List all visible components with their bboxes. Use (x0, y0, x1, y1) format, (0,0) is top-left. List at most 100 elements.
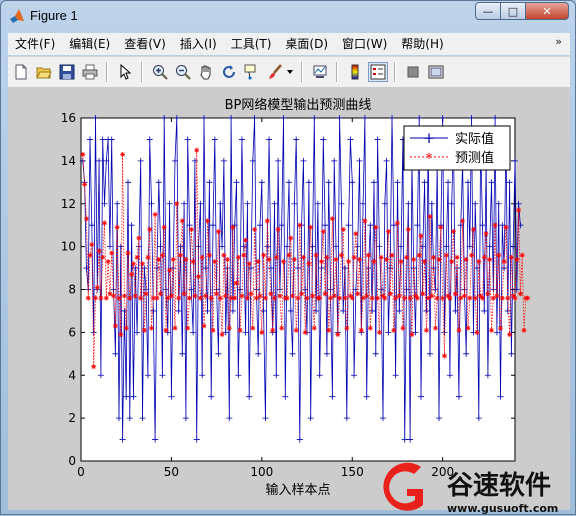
predicted-point (277, 293, 283, 299)
menu-view[interactable]: 查看(V) (117, 33, 173, 55)
new-figure-button[interactable] (11, 62, 31, 82)
y-tick-label: 14 (61, 154, 76, 168)
y-tick-label: 10 (61, 240, 76, 254)
data-cursor-button[interactable] (242, 62, 262, 82)
predicted-point (306, 261, 312, 267)
menu-window[interactable]: 窗口(W) (335, 33, 394, 55)
print-button[interactable] (80, 62, 100, 82)
predicted-point (396, 293, 402, 299)
predicted-point (447, 295, 453, 301)
predicted-point (141, 327, 147, 333)
close-icon: ✕ (542, 4, 552, 18)
show-plot-tools-icon (428, 65, 444, 79)
predicted-point (134, 254, 140, 260)
new-figure-icon (15, 64, 27, 80)
predicted-point (434, 295, 440, 301)
open-file-button[interactable] (34, 62, 54, 82)
predicted-point (232, 295, 238, 301)
x-tick-label: 0 (77, 465, 85, 479)
predicted-point (371, 259, 377, 265)
predicted-point (346, 259, 352, 265)
watermark-brand: 谷速软件 (447, 471, 551, 501)
predicted-point (387, 291, 393, 297)
predicted-point (190, 259, 196, 265)
predicted-point (237, 327, 243, 333)
predicted-point (100, 254, 106, 260)
predicted-point (432, 325, 438, 331)
predicted-point (461, 293, 467, 299)
predicted-point (320, 229, 326, 235)
menu-edit[interactable]: 编辑(E) (62, 33, 117, 55)
predicted-point (159, 252, 165, 258)
predicted-point (206, 252, 212, 258)
predicted-point (295, 295, 301, 301)
predicted-point (351, 254, 357, 260)
menu-insert[interactable]: 插入(I) (173, 33, 224, 55)
select-arrow-button[interactable] (115, 62, 135, 82)
link-plot-button[interactable] (310, 62, 330, 82)
title-bar[interactable]: Figure 1 — □ ✕ (1, 1, 575, 31)
window-title: Figure 1 (30, 8, 78, 23)
predicted-point (183, 256, 189, 262)
predicted-point (130, 261, 136, 267)
menu-help[interactable]: 帮助(H) (394, 33, 450, 55)
y-tick-label: 0 (68, 454, 76, 468)
colorbar-button[interactable] (345, 62, 365, 82)
minimize-button[interactable]: — (475, 2, 501, 20)
predicted-point (118, 332, 124, 338)
predicted-point (333, 256, 339, 262)
predicted-point (335, 332, 341, 338)
menu-overflow-icon[interactable]: » (555, 35, 562, 48)
predicted-point (331, 293, 337, 299)
rotate-3d-icon (223, 65, 235, 78)
predicted-point (223, 293, 229, 299)
close-button[interactable]: ✕ (525, 2, 569, 20)
hide-plot-tools-button[interactable] (403, 62, 423, 82)
predicted-point (492, 222, 498, 228)
predicted-point (145, 254, 151, 260)
predicted-point (309, 293, 315, 299)
predicted-point (308, 224, 314, 230)
predicted-point (172, 325, 178, 331)
predicted-point (83, 216, 89, 222)
zoom-out-button[interactable] (173, 62, 193, 82)
show-plot-tools-button[interactable] (426, 62, 446, 82)
predicted-point (201, 323, 207, 329)
predicted-point (139, 261, 145, 267)
predicted-point (422, 259, 428, 265)
save-button[interactable] (57, 62, 77, 82)
predicted-point (494, 293, 500, 299)
predicted-point (152, 211, 158, 217)
brush-button[interactable] (265, 62, 285, 82)
brush-dropdown[interactable] (285, 62, 295, 82)
predicted-point (123, 325, 129, 331)
menu-tools[interactable]: 工具(T) (224, 33, 279, 55)
predicted-point (470, 226, 476, 232)
menu-file[interactable]: 文件(F) (8, 33, 62, 55)
predicted-point (463, 256, 469, 262)
predicted-point (378, 254, 384, 260)
predicted-point (299, 291, 305, 297)
predicted-point (188, 226, 194, 232)
maximize-button[interactable]: □ (500, 2, 526, 20)
pan-hand-button[interactable] (196, 62, 216, 82)
chart-title: BP网络模型输出预测曲线 (225, 97, 372, 113)
zoom-in-button[interactable] (150, 62, 170, 82)
predicted-point (196, 274, 202, 280)
predicted-point (112, 323, 118, 329)
predicted-point (366, 252, 372, 258)
predicted-point (300, 254, 306, 260)
print-icon (82, 64, 98, 80)
legend[interactable]: + 实际值 * 预测值 (403, 125, 511, 171)
predicted-point (127, 295, 133, 301)
legend-actual-label: 实际值 (455, 131, 494, 147)
legend-button[interactable] (368, 62, 388, 82)
predicted-point (116, 295, 122, 301)
menu-desktop[interactable]: 桌面(D) (278, 33, 335, 55)
predicted-point (109, 250, 115, 256)
rotate-3d-button[interactable] (219, 62, 239, 82)
predicted-point (105, 259, 111, 265)
predicted-point (293, 327, 299, 333)
predicted-point (431, 254, 437, 260)
menu-bar: 文件(F) 编辑(E) 查看(V) 插入(I) 工具(T) 桌面(D) 窗口(W… (8, 33, 570, 55)
